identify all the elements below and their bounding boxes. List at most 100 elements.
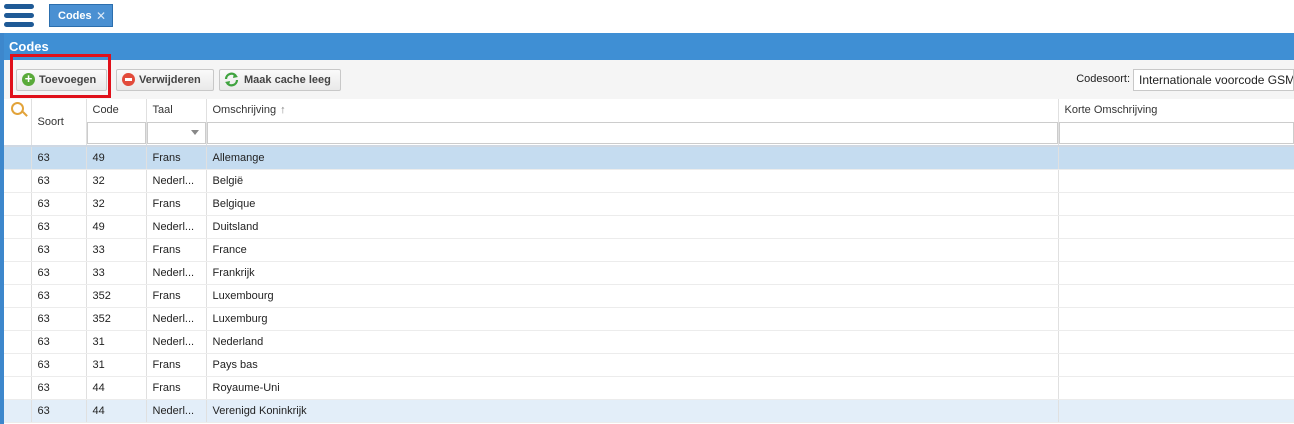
grid-body: 63 49 Frans Allemange 63 32 Nederl... België 63 3… — [4, 146, 1294, 423]
close-icon[interactable]: ✕ — [96, 5, 106, 28]
cell-taal: Nederl... — [146, 330, 207, 354]
cell-code: 44 — [86, 376, 147, 400]
cell-soort: 63 — [31, 284, 87, 308]
cell-omschrijving: Luxembourg — [206, 284, 1059, 308]
delete-icon — [122, 73, 135, 86]
cell-omschrijving: Pays bas — [206, 353, 1059, 377]
add-button[interactable]: Toevoegen — [16, 69, 107, 91]
filter-korte-input[interactable] — [1058, 122, 1293, 144]
cell-soort: 63 — [31, 215, 87, 239]
cell-soort: 63 — [31, 353, 87, 377]
column-omschrijving[interactable]: Omschrijving ↑ — [206, 99, 1059, 121]
column-soort[interactable]: Soort — [31, 99, 87, 146]
cell-korte-omschrijving — [1058, 399, 1294, 423]
cell-omschrijving: France — [206, 238, 1059, 262]
toolbar: Toevoegen Verwijderen Maak cache leeg Co… — [4, 54, 1294, 100]
filter-code-input[interactable] — [86, 122, 145, 144]
cell-omschrijving: Belgique — [206, 192, 1059, 216]
cell-omschrijving: Nederland — [206, 330, 1059, 354]
cell-korte-omschrijving — [1058, 307, 1294, 331]
row-marker-cell — [4, 307, 32, 331]
cell-soort: 63 — [31, 192, 87, 216]
table-row[interactable]: 63 352 Nederl... Luxemburg — [4, 307, 1294, 331]
codes-panel: Codes Toevoegen Verwijderen Maak cache l… — [0, 33, 1294, 424]
filter-code-cell — [86, 121, 147, 146]
row-marker-cell — [4, 215, 32, 239]
cell-korte-omschrijving — [1058, 284, 1294, 308]
sort-asc-icon: ↑ — [280, 104, 286, 116]
row-marker-cell — [4, 353, 32, 377]
cell-taal: Frans — [146, 376, 207, 400]
cell-korte-omschrijving — [1058, 238, 1294, 262]
tab-label: Codes — [58, 10, 92, 22]
cell-taal: Frans — [146, 192, 207, 216]
column-korte-omschrijving[interactable]: Korte Omschrijving — [1058, 99, 1294, 121]
cell-code: 49 — [86, 215, 147, 239]
cell-taal: Frans — [146, 353, 207, 377]
table-row[interactable]: 63 49 Frans Allemange — [4, 146, 1294, 170]
row-marker-cell — [4, 146, 32, 170]
search-icon[interactable] — [11, 102, 24, 115]
cell-taal: Frans — [146, 284, 207, 308]
row-marker-cell — [4, 330, 32, 354]
cell-omschrijving: Allemange — [206, 146, 1059, 170]
cell-code: 31 — [86, 353, 147, 377]
cell-taal: Frans — [146, 146, 207, 170]
cell-soort: 63 — [31, 376, 87, 400]
cell-omschrijving: Verenigd Koninkrijk — [206, 399, 1059, 423]
row-marker-cell — [4, 238, 32, 262]
cell-korte-omschrijving — [1058, 169, 1294, 193]
tab-codes[interactable]: Codes ✕ — [49, 4, 113, 27]
cell-omschrijving: Royaume-Uni — [206, 376, 1059, 400]
cell-korte-omschrijving — [1058, 261, 1294, 285]
menu-icon[interactable] — [4, 4, 34, 28]
cell-korte-omschrijving — [1058, 146, 1294, 170]
row-marker-cell — [4, 169, 32, 193]
cell-soort: 63 — [31, 330, 87, 354]
filter-omschrijving-input[interactable] — [206, 122, 1057, 144]
delete-button[interactable]: Verwijderen — [116, 69, 214, 91]
table-row[interactable]: 63 44 Nederl... Verenigd Koninkrijk — [4, 399, 1294, 423]
codes-grid: Soort Code Taal Omschrijving ↑ Korte Omsc… — [4, 99, 1294, 423]
cell-taal: Nederl... — [146, 215, 207, 239]
search-column[interactable] — [4, 99, 32, 146]
filter-korte-cell — [1058, 121, 1294, 146]
table-row[interactable]: 63 32 Nederl... België — [4, 169, 1294, 193]
cell-taal: Nederl... — [146, 307, 207, 331]
filter-taal-cell — [146, 121, 207, 146]
cell-code: 33 — [86, 261, 147, 285]
cell-omschrijving: Duitsland — [206, 215, 1059, 239]
cell-soort: 63 — [31, 399, 87, 423]
clear-cache-button-label: Maak cache leeg — [244, 74, 331, 86]
cell-taal: Nederl... — [146, 399, 207, 423]
cell-code: 44 — [86, 399, 147, 423]
add-icon — [22, 69, 35, 89]
table-row[interactable]: 63 33 Nederl... Frankrijk — [4, 261, 1294, 285]
cell-soort: 63 — [31, 307, 87, 331]
table-row[interactable]: 63 352 Frans Luxembourg — [4, 284, 1294, 308]
table-row[interactable]: 63 49 Nederl... Duitsland — [4, 215, 1294, 239]
table-row[interactable]: 63 32 Frans Belgique — [4, 192, 1294, 216]
chevron-down-icon[interactable] — [190, 130, 199, 135]
table-row[interactable]: 63 44 Frans Royaume-Uni — [4, 376, 1294, 400]
table-row[interactable]: 63 31 Nederl... Nederland — [4, 330, 1294, 354]
codesoort-select[interactable]: Internationale voorcode GSM — [1133, 69, 1294, 91]
cell-omschrijving: Frankrijk — [206, 261, 1059, 285]
table-row[interactable]: 63 31 Frans Pays bas — [4, 353, 1294, 377]
table-row[interactable]: 63 33 Frans France — [4, 238, 1294, 262]
codesoort-label: Codesoort: — [1076, 73, 1130, 85]
column-taal[interactable]: Taal — [146, 99, 207, 121]
row-marker-cell — [4, 192, 32, 216]
column-code[interactable]: Code — [86, 99, 147, 121]
refresh-icon — [224, 72, 239, 87]
column-omschrijving-label: Omschrijving — [212, 104, 277, 116]
cell-omschrijving: Luxemburg — [206, 307, 1059, 331]
row-marker-cell — [4, 399, 32, 423]
row-marker-cell — [4, 261, 32, 285]
row-marker-cell — [4, 376, 32, 400]
cell-code: 49 — [86, 146, 147, 170]
clear-cache-button[interactable]: Maak cache leeg — [219, 69, 341, 91]
cell-omschrijving: België — [206, 169, 1059, 193]
cell-soort: 63 — [31, 238, 87, 262]
filter-taal-select[interactable] — [146, 122, 205, 144]
